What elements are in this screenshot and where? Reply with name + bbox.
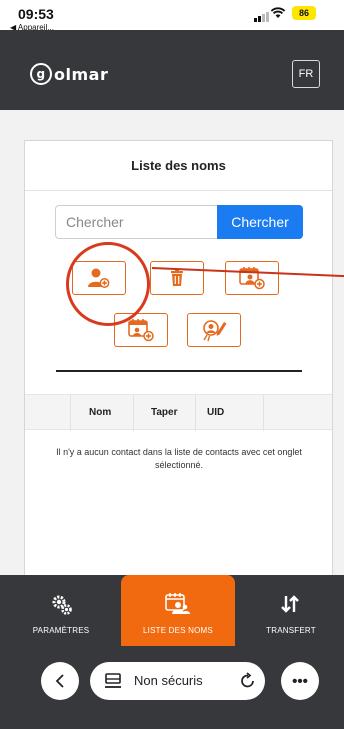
chevron-left-icon [55,674,64,688]
column-header-uid[interactable]: UID [207,395,224,431]
column-header-taper[interactable]: Taper [151,395,178,431]
annotation-circle [66,242,150,326]
nav-item-transfert[interactable]: TRANSFERT [252,575,330,646]
language-button[interactable]: FR [292,60,320,88]
column-header-nom[interactable]: Nom [89,395,111,431]
battery-indicator: 86 [292,6,316,20]
status-bar: 09:53 ◀ Appareil... 86 [0,0,344,32]
page-settings-icon [105,673,121,688]
add-to-list-button[interactable] [225,261,279,295]
edit-list-button[interactable] [187,313,241,347]
settings-gears-icon [52,595,72,615]
trash-icon [171,269,183,286]
ellipsis-icon: ••• [292,672,308,690]
browser-back-button[interactable] [41,662,79,700]
calendar-add-icon [128,319,154,342]
nav-item-liste-des-noms[interactable]: LISTE DES NOMS [121,575,235,646]
more-options-button[interactable]: ••• [281,662,319,700]
calendar-add-person-icon [239,267,265,290]
contacts-list-icon [165,593,190,614]
url-text: Non sécuris [134,673,203,688]
edit-user-icon [203,320,227,342]
status-time: 09:53 [18,6,54,22]
nav-item-parametres[interactable]: PARAMÈTRES [18,575,104,646]
nav-label-liste-des-noms: LISTE DES NOMS [143,626,213,635]
empty-list-message: Il n'y a aucun contact dans la liste de … [56,447,302,470]
search-button[interactable]: Chercher [217,205,303,239]
nav-label-transfert: TRANSFERT [266,626,316,635]
divider [56,370,302,372]
wifi-icon [270,7,286,18]
browser-address-bar[interactable]: Non sécuris [90,662,265,700]
contact-list-card: Liste des noms Chercher Chercher Nom Tap… [24,140,333,580]
golmar-logo: g olmar [30,63,108,85]
delete-button[interactable] [150,261,204,295]
page-title: Liste des noms [25,141,332,191]
cell-signal-icon [254,12,269,22]
nav-label-parametres: PARAMÈTRES [32,626,90,635]
reload-icon[interactable] [240,672,256,690]
transfer-arrows-icon [281,595,299,613]
search-input[interactable] [55,205,217,239]
table-header: Nom Taper UID [25,394,332,431]
app-header: g olmar FR [0,30,344,110]
